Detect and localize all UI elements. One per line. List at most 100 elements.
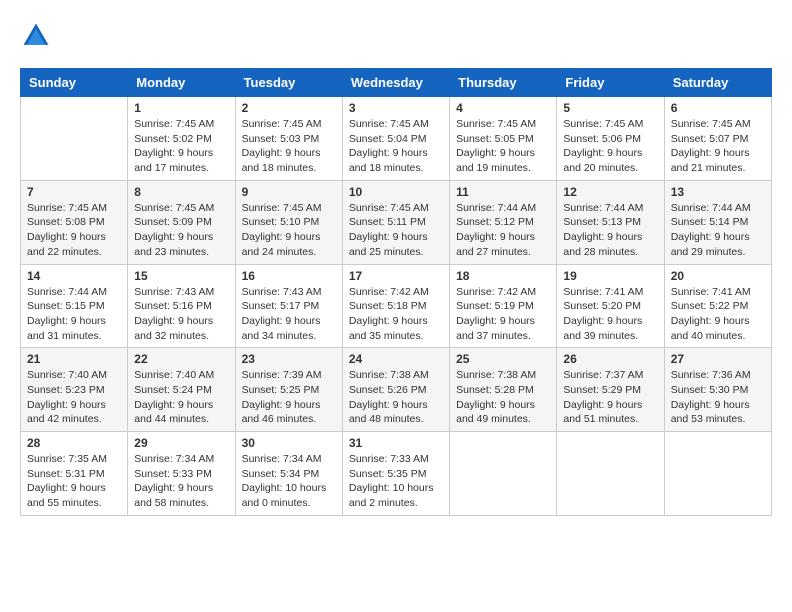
day-number: 24: [349, 352, 443, 366]
day-number: 14: [27, 269, 121, 283]
calendar-week-row: 7 Sunrise: 7:45 AMSunset: 5:08 PMDayligh…: [21, 180, 772, 264]
calendar-week-row: 14 Sunrise: 7:44 AMSunset: 5:15 PMDaylig…: [21, 264, 772, 348]
day-info: Sunrise: 7:43 AMSunset: 5:17 PMDaylight:…: [242, 285, 336, 344]
day-info: Sunrise: 7:34 AMSunset: 5:34 PMDaylight:…: [242, 452, 336, 511]
day-info: Sunrise: 7:43 AMSunset: 5:16 PMDaylight:…: [134, 285, 228, 344]
weekday-header: Friday: [557, 69, 664, 97]
day-info: Sunrise: 7:44 AMSunset: 5:15 PMDaylight:…: [27, 285, 121, 344]
day-number: 22: [134, 352, 228, 366]
day-number: 20: [671, 269, 765, 283]
day-number: 4: [456, 101, 550, 115]
weekday-header: Wednesday: [342, 69, 449, 97]
weekday-header: Sunday: [21, 69, 128, 97]
calendar-cell: 6 Sunrise: 7:45 AMSunset: 5:07 PMDayligh…: [664, 97, 771, 181]
day-info: Sunrise: 7:42 AMSunset: 5:18 PMDaylight:…: [349, 285, 443, 344]
calendar-cell: 12 Sunrise: 7:44 AMSunset: 5:13 PMDaylig…: [557, 180, 664, 264]
calendar-cell: 8 Sunrise: 7:45 AMSunset: 5:09 PMDayligh…: [128, 180, 235, 264]
calendar-cell: 17 Sunrise: 7:42 AMSunset: 5:18 PMDaylig…: [342, 264, 449, 348]
calendar-cell: 19 Sunrise: 7:41 AMSunset: 5:20 PMDaylig…: [557, 264, 664, 348]
day-info: Sunrise: 7:36 AMSunset: 5:30 PMDaylight:…: [671, 368, 765, 427]
day-info: Sunrise: 7:35 AMSunset: 5:31 PMDaylight:…: [27, 452, 121, 511]
day-number: 7: [27, 185, 121, 199]
calendar-cell: 9 Sunrise: 7:45 AMSunset: 5:10 PMDayligh…: [235, 180, 342, 264]
day-number: 16: [242, 269, 336, 283]
day-info: Sunrise: 7:44 AMSunset: 5:13 PMDaylight:…: [563, 201, 657, 260]
day-info: Sunrise: 7:45 AMSunset: 5:06 PMDaylight:…: [563, 117, 657, 176]
day-info: Sunrise: 7:44 AMSunset: 5:14 PMDaylight:…: [671, 201, 765, 260]
calendar-cell: 7 Sunrise: 7:45 AMSunset: 5:08 PMDayligh…: [21, 180, 128, 264]
day-info: Sunrise: 7:45 AMSunset: 5:05 PMDaylight:…: [456, 117, 550, 176]
calendar-week-row: 28 Sunrise: 7:35 AMSunset: 5:31 PMDaylig…: [21, 432, 772, 516]
calendar-cell: 26 Sunrise: 7:37 AMSunset: 5:29 PMDaylig…: [557, 348, 664, 432]
calendar-cell: 28 Sunrise: 7:35 AMSunset: 5:31 PMDaylig…: [21, 432, 128, 516]
day-info: Sunrise: 7:33 AMSunset: 5:35 PMDaylight:…: [349, 452, 443, 511]
calendar-cell: [21, 97, 128, 181]
day-info: Sunrise: 7:45 AMSunset: 5:02 PMDaylight:…: [134, 117, 228, 176]
day-number: 26: [563, 352, 657, 366]
calendar-cell: 21 Sunrise: 7:40 AMSunset: 5:23 PMDaylig…: [21, 348, 128, 432]
calendar-cell: 30 Sunrise: 7:34 AMSunset: 5:34 PMDaylig…: [235, 432, 342, 516]
day-number: 29: [134, 436, 228, 450]
calendar-cell: 1 Sunrise: 7:45 AMSunset: 5:02 PMDayligh…: [128, 97, 235, 181]
weekday-header-row: SundayMondayTuesdayWednesdayThursdayFrid…: [21, 69, 772, 97]
calendar-cell: 18 Sunrise: 7:42 AMSunset: 5:19 PMDaylig…: [450, 264, 557, 348]
calendar-cell: 4 Sunrise: 7:45 AMSunset: 5:05 PMDayligh…: [450, 97, 557, 181]
day-number: 9: [242, 185, 336, 199]
day-number: 15: [134, 269, 228, 283]
calendar-cell: 31 Sunrise: 7:33 AMSunset: 5:35 PMDaylig…: [342, 432, 449, 516]
day-info: Sunrise: 7:39 AMSunset: 5:25 PMDaylight:…: [242, 368, 336, 427]
day-number: 6: [671, 101, 765, 115]
calendar-cell: 27 Sunrise: 7:36 AMSunset: 5:30 PMDaylig…: [664, 348, 771, 432]
day-info: Sunrise: 7:41 AMSunset: 5:20 PMDaylight:…: [563, 285, 657, 344]
weekday-header: Tuesday: [235, 69, 342, 97]
day-number: 1: [134, 101, 228, 115]
day-number: 10: [349, 185, 443, 199]
day-info: Sunrise: 7:44 AMSunset: 5:12 PMDaylight:…: [456, 201, 550, 260]
calendar-table: SundayMondayTuesdayWednesdayThursdayFrid…: [20, 68, 772, 516]
day-info: Sunrise: 7:40 AMSunset: 5:24 PMDaylight:…: [134, 368, 228, 427]
day-number: 21: [27, 352, 121, 366]
day-info: Sunrise: 7:45 AMSunset: 5:08 PMDaylight:…: [27, 201, 121, 260]
day-number: 11: [456, 185, 550, 199]
calendar-cell: [450, 432, 557, 516]
day-info: Sunrise: 7:45 AMSunset: 5:04 PMDaylight:…: [349, 117, 443, 176]
day-number: 13: [671, 185, 765, 199]
calendar-cell: 16 Sunrise: 7:43 AMSunset: 5:17 PMDaylig…: [235, 264, 342, 348]
calendar-week-row: 21 Sunrise: 7:40 AMSunset: 5:23 PMDaylig…: [21, 348, 772, 432]
calendar-cell: 22 Sunrise: 7:40 AMSunset: 5:24 PMDaylig…: [128, 348, 235, 432]
day-info: Sunrise: 7:45 AMSunset: 5:11 PMDaylight:…: [349, 201, 443, 260]
day-info: Sunrise: 7:45 AMSunset: 5:03 PMDaylight:…: [242, 117, 336, 176]
day-info: Sunrise: 7:45 AMSunset: 5:07 PMDaylight:…: [671, 117, 765, 176]
day-info: Sunrise: 7:45 AMSunset: 5:10 PMDaylight:…: [242, 201, 336, 260]
day-number: 3: [349, 101, 443, 115]
day-info: Sunrise: 7:40 AMSunset: 5:23 PMDaylight:…: [27, 368, 121, 427]
calendar-week-row: 1 Sunrise: 7:45 AMSunset: 5:02 PMDayligh…: [21, 97, 772, 181]
day-number: 8: [134, 185, 228, 199]
calendar-cell: 11 Sunrise: 7:44 AMSunset: 5:12 PMDaylig…: [450, 180, 557, 264]
calendar-cell: 29 Sunrise: 7:34 AMSunset: 5:33 PMDaylig…: [128, 432, 235, 516]
day-info: Sunrise: 7:45 AMSunset: 5:09 PMDaylight:…: [134, 201, 228, 260]
page-header: [20, 20, 772, 52]
day-info: Sunrise: 7:41 AMSunset: 5:22 PMDaylight:…: [671, 285, 765, 344]
calendar-cell: 15 Sunrise: 7:43 AMSunset: 5:16 PMDaylig…: [128, 264, 235, 348]
day-info: Sunrise: 7:37 AMSunset: 5:29 PMDaylight:…: [563, 368, 657, 427]
day-number: 18: [456, 269, 550, 283]
logo: [20, 20, 56, 52]
calendar-cell: 20 Sunrise: 7:41 AMSunset: 5:22 PMDaylig…: [664, 264, 771, 348]
day-info: Sunrise: 7:42 AMSunset: 5:19 PMDaylight:…: [456, 285, 550, 344]
calendar-cell: [664, 432, 771, 516]
calendar-cell: 13 Sunrise: 7:44 AMSunset: 5:14 PMDaylig…: [664, 180, 771, 264]
day-number: 12: [563, 185, 657, 199]
calendar-cell: 23 Sunrise: 7:39 AMSunset: 5:25 PMDaylig…: [235, 348, 342, 432]
day-number: 31: [349, 436, 443, 450]
weekday-header: Saturday: [664, 69, 771, 97]
day-number: 23: [242, 352, 336, 366]
day-number: 5: [563, 101, 657, 115]
calendar-cell: 3 Sunrise: 7:45 AMSunset: 5:04 PMDayligh…: [342, 97, 449, 181]
calendar-cell: 25 Sunrise: 7:38 AMSunset: 5:28 PMDaylig…: [450, 348, 557, 432]
day-number: 28: [27, 436, 121, 450]
day-number: 30: [242, 436, 336, 450]
calendar-cell: 14 Sunrise: 7:44 AMSunset: 5:15 PMDaylig…: [21, 264, 128, 348]
weekday-header: Thursday: [450, 69, 557, 97]
weekday-header: Monday: [128, 69, 235, 97]
